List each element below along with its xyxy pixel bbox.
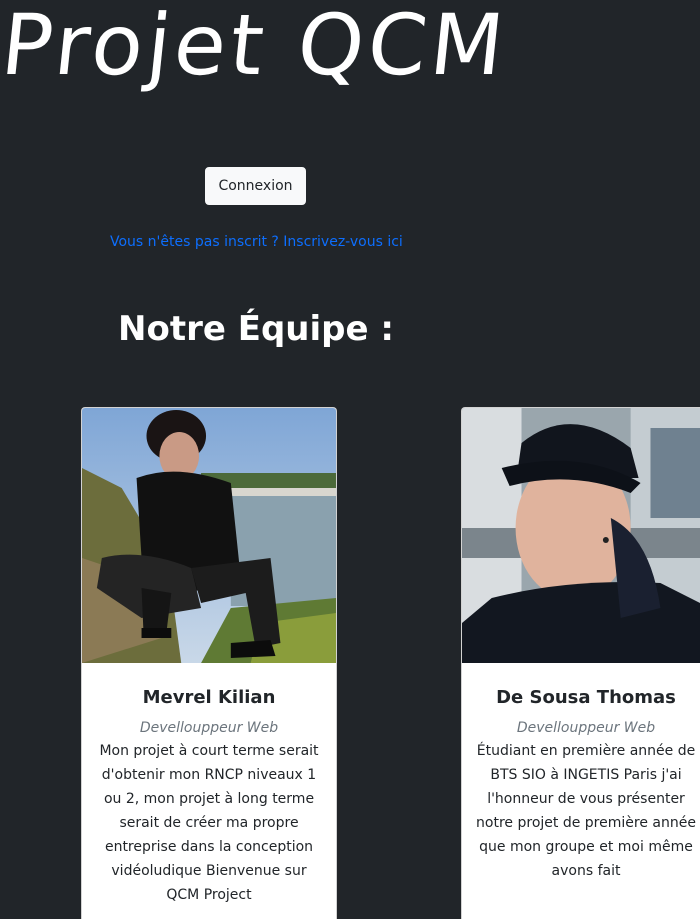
member-name: Mevrel Kilian	[142, 687, 276, 708]
member-bio: Étudiant en première année de BTS SIO à …	[476, 743, 696, 879]
team-heading: Notre Équipe :	[118, 309, 394, 349]
login-button[interactable]: Connexion	[205, 167, 306, 205]
member-role: Devellouppeur Web	[139, 720, 279, 736]
card-body: Mevrel Kilian Devellouppeur Web Mon proj…	[82, 663, 336, 907]
register-link[interactable]: Vous n'êtes pas inscrit ? Inscrivez-vous…	[110, 232, 403, 252]
page: Projet QCM Connexion Vous n'êtes pas ins…	[0, 0, 700, 919]
member-role: Devellouppeur Web	[516, 720, 656, 736]
member-photo-kilian	[82, 408, 336, 663]
card-body: De Sousa Thomas Devellouppeur Web Étudia…	[462, 663, 700, 883]
team-card-thomas: De Sousa Thomas Devellouppeur Web Étudia…	[461, 407, 700, 919]
member-photo-thomas	[462, 408, 700, 663]
team-card-kilian: Mevrel Kilian Devellouppeur Web Mon proj…	[81, 407, 337, 919]
site-title: Projet QCM	[0, 0, 513, 94]
member-bio: Mon projet à court terme serait d'obteni…	[99, 743, 319, 903]
member-name: De Sousa Thomas	[496, 687, 676, 708]
